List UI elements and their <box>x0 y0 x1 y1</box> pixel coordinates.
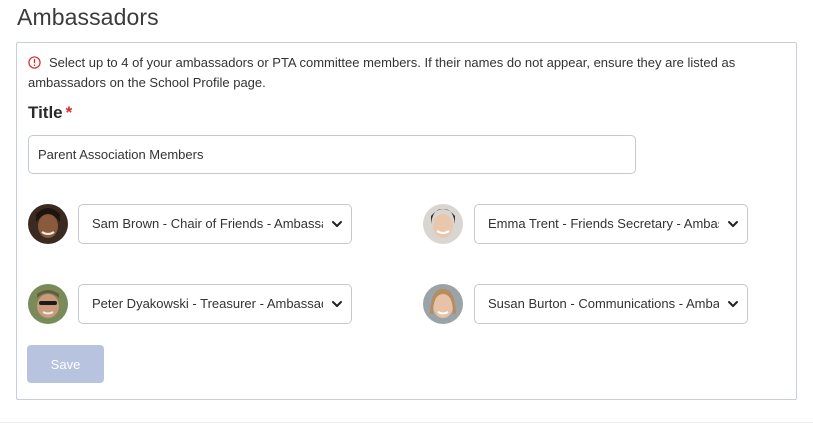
save-button[interactable]: Save <box>27 345 104 383</box>
member-select-value: Peter Dyakowski - Treasurer - Ambassador <box>92 296 323 311</box>
chevron-down-icon <box>332 301 342 307</box>
member-select-value: Susan Burton - Communications - Ambassad… <box>488 296 719 311</box>
avatar-photo <box>423 284 463 324</box>
title-label-text: Title <box>28 103 63 122</box>
info-circle-icon <box>28 56 41 69</box>
member-select-2[interactable]: Emma Trent - Friends Secretary - Ambassa… <box>474 204 748 244</box>
avatar-photo <box>423 204 463 244</box>
info-message: Select up to 4 of your ambassadors or PT… <box>28 53 768 93</box>
avatar <box>423 284 463 324</box>
chevron-down-icon <box>728 301 738 307</box>
page-title: Ambassadors <box>17 4 159 30</box>
info-text: Select up to 4 of your ambassadors or PT… <box>28 55 736 90</box>
title-label: Title * <box>28 103 72 123</box>
member-select-4[interactable]: Susan Burton - Communications - Ambassad… <box>474 284 748 324</box>
member-select-1[interactable]: Sam Brown - Chair of Friends - Ambassado… <box>78 204 352 244</box>
avatar <box>28 284 68 324</box>
required-mark: * <box>65 103 73 122</box>
member-select-value: Sam Brown - Chair of Friends - Ambassado… <box>92 216 323 231</box>
avatar <box>423 204 463 244</box>
title-input[interactable] <box>28 135 636 174</box>
member-select-value: Emma Trent - Friends Secretary - Ambassa… <box>488 216 719 231</box>
chevron-down-icon <box>728 221 738 227</box>
member-select-3[interactable]: Peter Dyakowski - Treasurer - Ambassador <box>78 284 352 324</box>
divider <box>0 422 813 423</box>
avatar-photo <box>28 284 68 324</box>
ambassadors-card: Select up to 4 of your ambassadors or PT… <box>16 42 797 400</box>
chevron-down-icon <box>332 221 342 227</box>
avatar <box>28 204 68 244</box>
avatar-photo <box>28 204 68 244</box>
